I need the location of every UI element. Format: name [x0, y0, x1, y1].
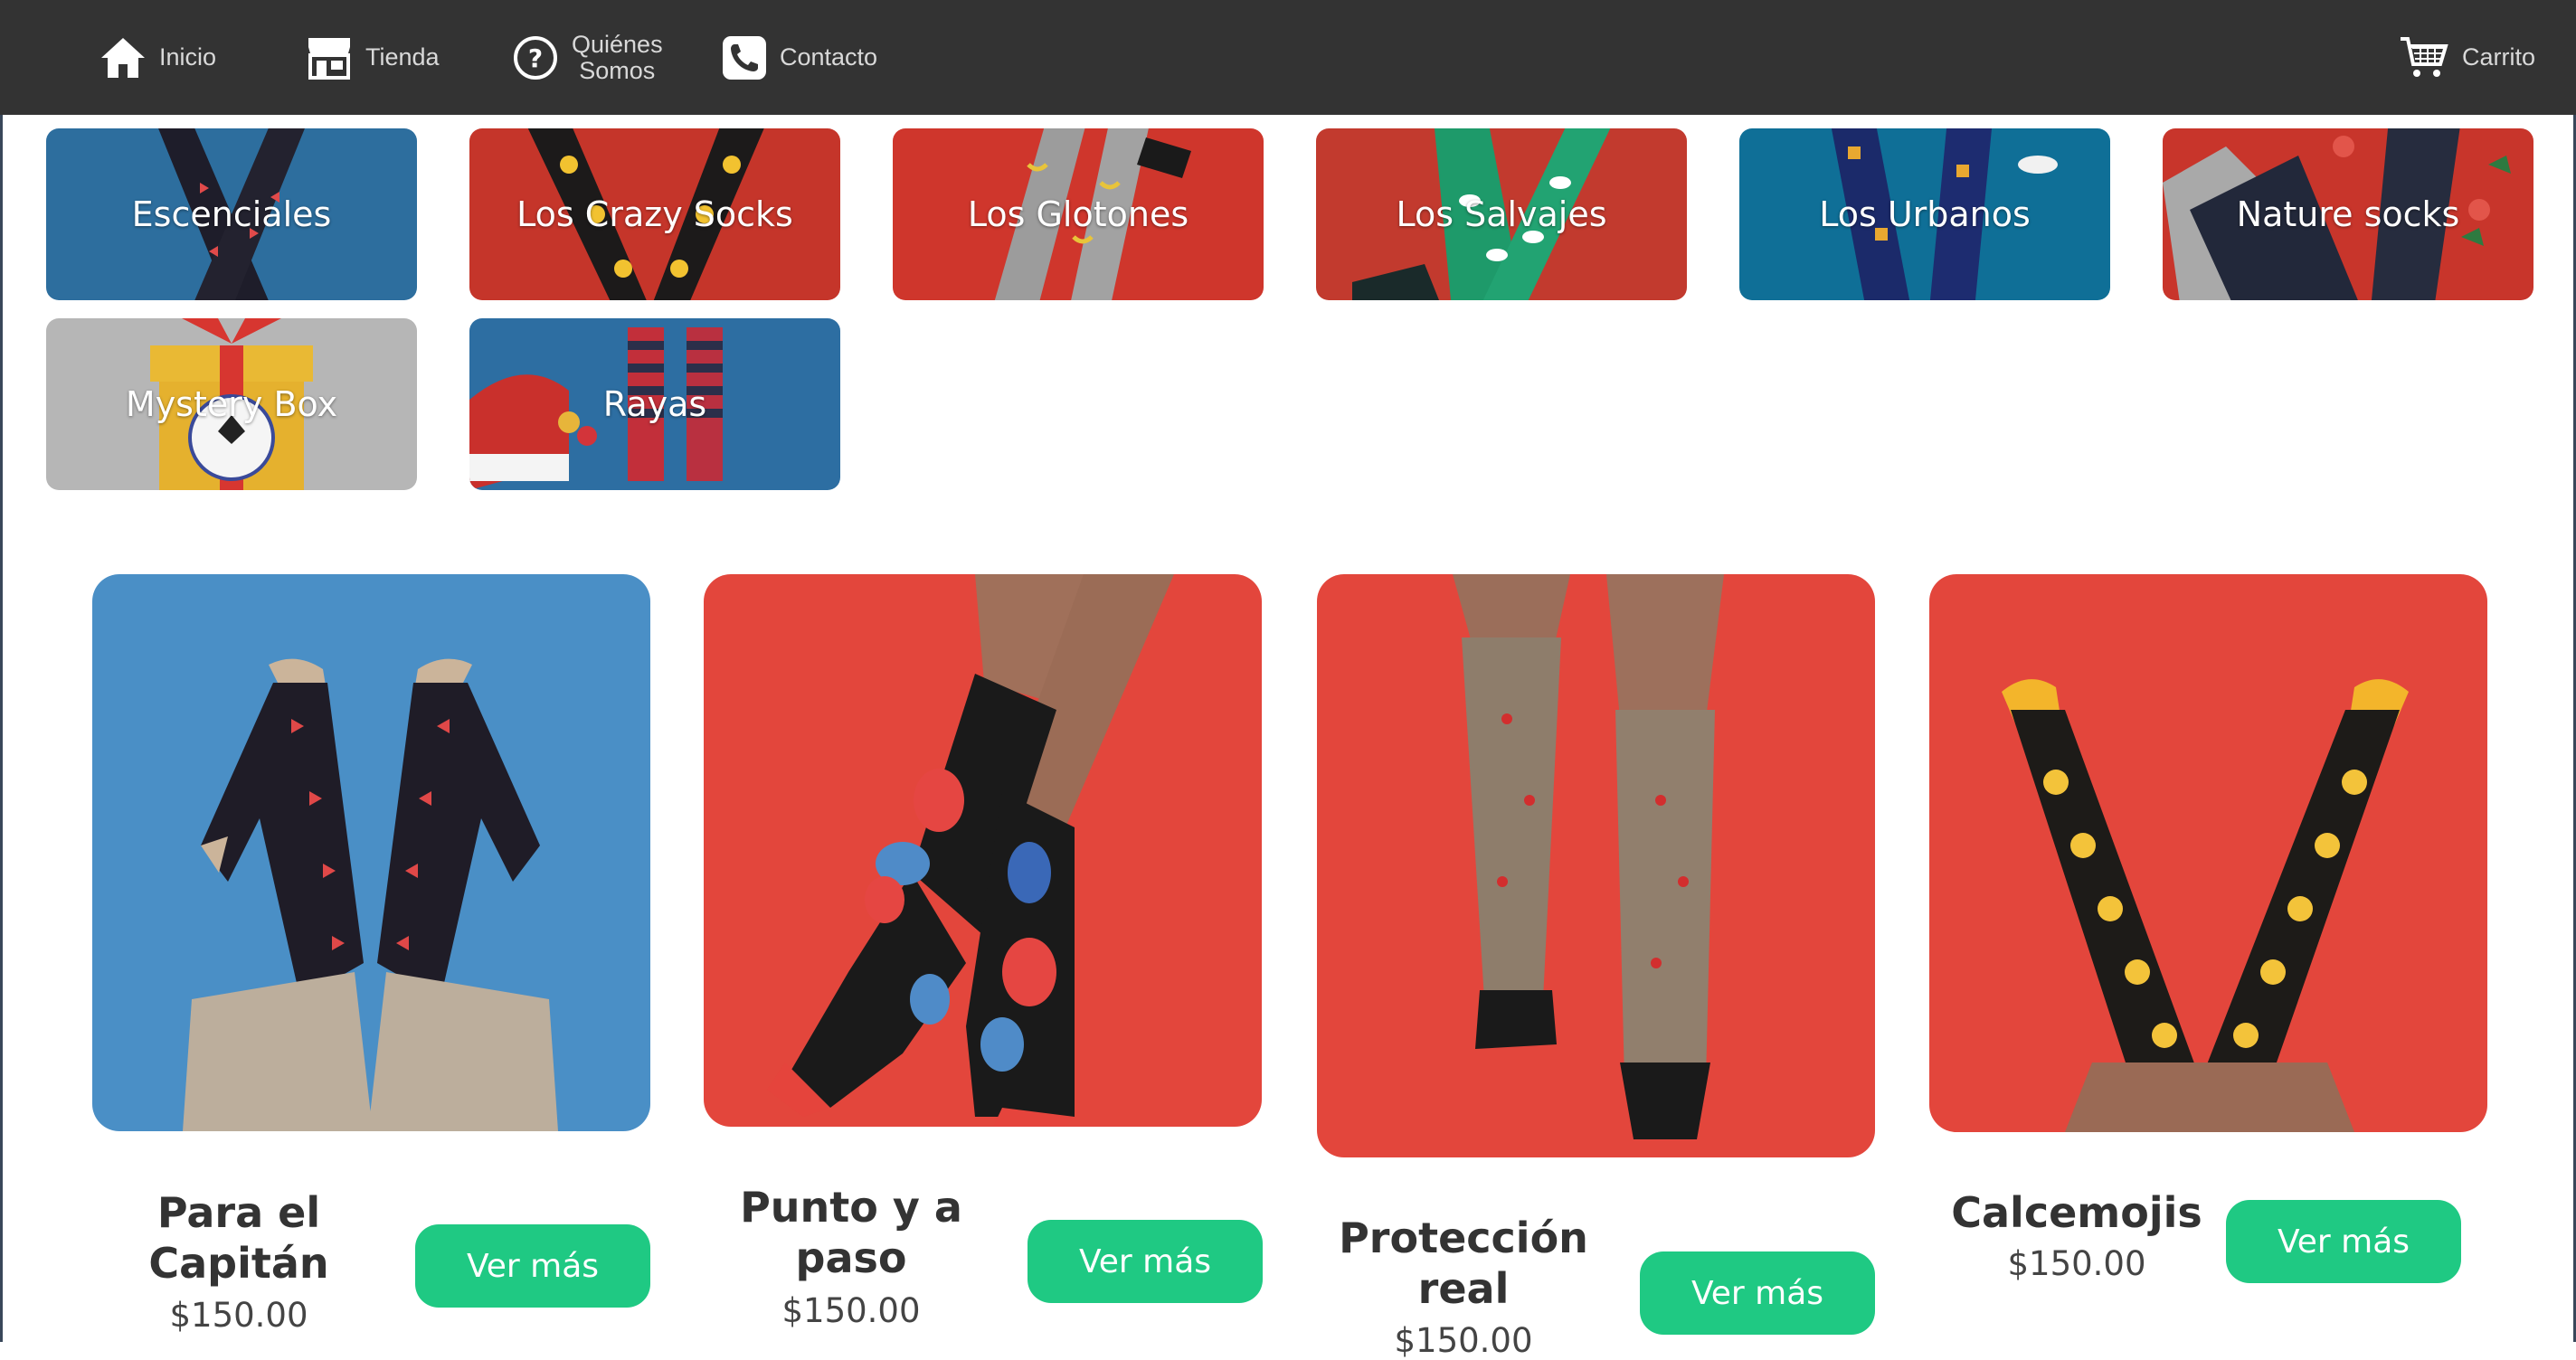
ver-mas-button[interactable]: Ver más — [415, 1224, 650, 1308]
product-name-line2: Capitán — [148, 1239, 329, 1288]
nav-quienes-line1: Quiénes — [572, 30, 663, 58]
category-label: Los Salvajes — [1396, 194, 1607, 234]
product-name: Para el Capitán — [90, 1187, 388, 1289]
category-label: Los Glotones — [967, 194, 1189, 234]
product-image-proteccion-real[interactable] — [1317, 574, 1875, 1157]
store-icon — [306, 36, 353, 80]
product-photo-socks — [1453, 574, 1724, 1139]
category-nature-socks[interactable]: Nature socks — [2163, 128, 2533, 300]
category-crazy-socks[interactable]: Los Crazy Socks — [469, 128, 840, 300]
cart-icon — [2399, 35, 2449, 80]
home-icon — [99, 36, 147, 80]
product-name-line2: real — [1417, 1264, 1510, 1313]
nav-inicio-label: Inicio — [159, 43, 217, 71]
nav-contacto[interactable]: Contacto — [722, 0, 877, 115]
category-label: Rayas — [602, 384, 707, 424]
left-border — [0, 115, 3, 1342]
ver-mas-button[interactable]: Ver más — [1640, 1251, 1875, 1335]
product-photo-socks — [2002, 679, 2409, 1132]
product-name: Protección real — [1314, 1213, 1613, 1314]
nav-carrito[interactable]: Carrito — [2399, 0, 2535, 115]
category-label: Escenciales — [131, 194, 332, 234]
product-image-calcemojis[interactable] — [1929, 574, 2487, 1132]
nav-tienda[interactable]: Tienda — [306, 0, 440, 115]
category-glotones[interactable]: Los Glotones — [893, 128, 1264, 300]
nav-contacto-label: Contacto — [780, 43, 878, 71]
category-label: Nature socks — [2236, 194, 2460, 234]
product-price: $150.00 — [1394, 1321, 1533, 1360]
category-rayas[interactable]: Rayas — [469, 318, 840, 490]
svg-text:?: ? — [528, 43, 543, 73]
question-circle-icon: ? — [512, 34, 559, 81]
phone-icon — [722, 35, 767, 80]
category-label: Mystery Box — [125, 384, 338, 424]
nav-carrito-label: Carrito — [2462, 43, 2536, 71]
nav-quienes-line2: Somos — [579, 56, 656, 84]
product-name-line1: Para el — [156, 1188, 321, 1237]
product-image-para-el-capitan[interactable] — [92, 574, 650, 1131]
product-photo-socks — [183, 658, 558, 1131]
nav-quienes-somos-label: Quiénes Somos — [572, 30, 663, 84]
category-mystery-box[interactable]: Mystery Box — [46, 318, 417, 490]
product-name-line2: paso — [795, 1233, 907, 1282]
category-escenciales[interactable]: Escenciales — [46, 128, 417, 300]
nav-quienes-somos[interactable]: ? Quiénes Somos — [512, 0, 663, 115]
top-navbar: Inicio Tienda ? Quiénes Somos Contacto C… — [0, 0, 2576, 115]
product-photo-socks — [767, 574, 1174, 1127]
product-price: $150.00 — [781, 1291, 921, 1330]
product-name-line1: Punto y a — [740, 1183, 962, 1232]
product-name-line1: Calcemojis — [1951, 1188, 2202, 1237]
ver-mas-button[interactable]: Ver más — [2226, 1200, 2461, 1283]
product-name-line1: Protección — [1339, 1214, 1588, 1262]
nav-tienda-label: Tienda — [365, 43, 440, 71]
product-price: $150.00 — [169, 1296, 308, 1335]
nav-inicio[interactable]: Inicio — [99, 0, 216, 115]
category-urbanos[interactable]: Los Urbanos — [1739, 128, 2110, 300]
ver-mas-button[interactable]: Ver más — [1028, 1220, 1263, 1303]
product-name: Punto y a paso — [702, 1182, 1000, 1283]
category-salvajes[interactable]: Los Salvajes — [1316, 128, 1687, 300]
category-label: Los Urbanos — [1819, 194, 2031, 234]
product-price: $150.00 — [2007, 1244, 2146, 1283]
category-label: Los Crazy Socks — [516, 194, 793, 234]
product-name: Calcemojis — [1927, 1187, 2226, 1238]
product-image-punto-y-a-paso[interactable] — [704, 574, 1262, 1127]
